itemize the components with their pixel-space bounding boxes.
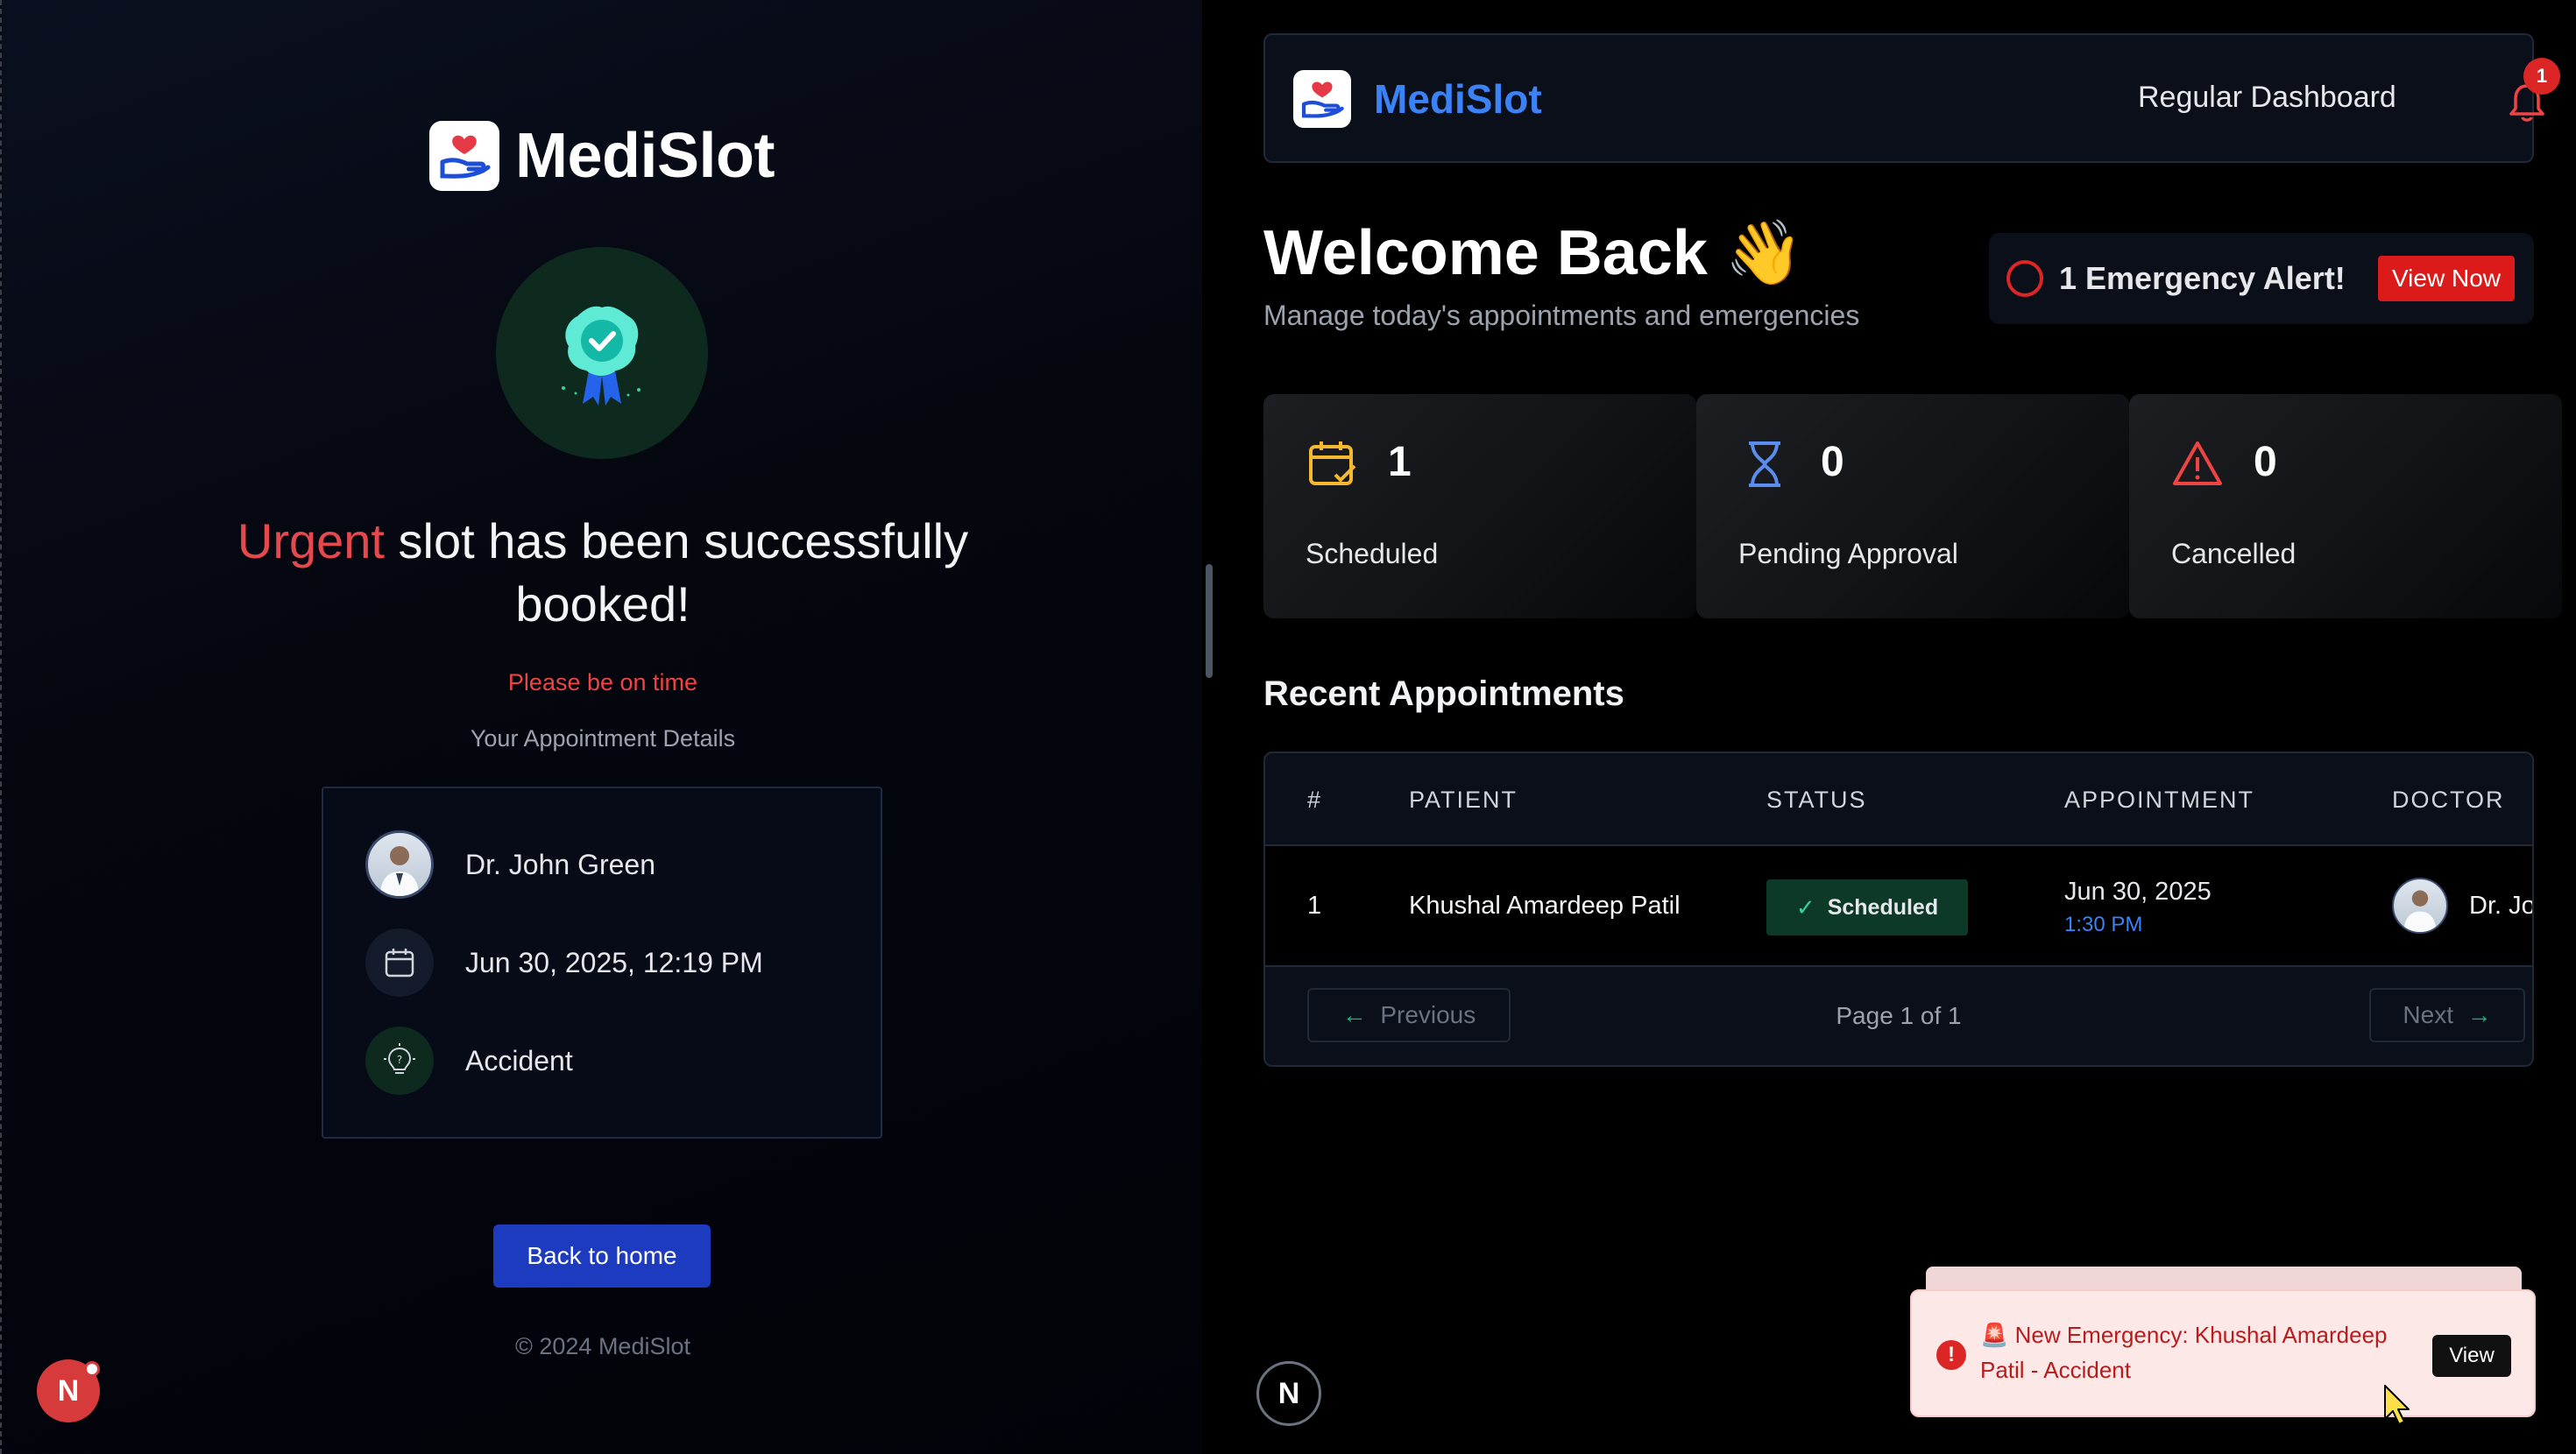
stat-label: Cancelled: [2171, 538, 2296, 569]
stat-value: 0: [1821, 439, 1844, 485]
booking-confirmation-pane: MediSlot Urgent slot has been successful…: [0, 0, 1202, 1454]
row-number: 1: [1307, 892, 1322, 920]
appointment-date: Jun 30, 2025: [2064, 878, 2212, 906]
doctor-name: Dr. John Green: [465, 848, 655, 880]
appointment-datetime: Jun 30, 2025, 12:19 PM: [465, 946, 763, 978]
arrow-right-icon: →: [2466, 1001, 2492, 1028]
medislot-logo-icon: [1293, 70, 1351, 128]
notification-count-badge: 1: [2523, 58, 2560, 95]
emergency-toast: ! 🚨 New Emergency: Khushal Amardeep Pati…: [1910, 1289, 2536, 1417]
details-label: Your Appointment Details: [470, 725, 736, 752]
status-text: Scheduled: [1827, 894, 1939, 920]
svg-text:?: ?: [397, 1054, 402, 1066]
lightbulb-question-icon: ?: [365, 1027, 434, 1095]
doctor-avatar: [365, 830, 434, 899]
recent-appointments-title: Recent Appointments: [1263, 674, 1624, 713]
appointment-reason: Accident: [465, 1044, 573, 1076]
stat-value: 1: [1388, 439, 1412, 485]
next-label: Next: [2403, 1001, 2453, 1028]
copyright: © 2024 MediSlot: [514, 1333, 690, 1359]
navbar-brand[interactable]: MediSlot: [1293, 70, 1542, 128]
patient-name: Khushal Amardeep Patil: [1409, 892, 1681, 920]
calendar-check-icon: [1306, 438, 1358, 491]
column-header: DOCTOR: [2392, 787, 2505, 813]
doctor-avatar: [2392, 878, 2448, 934]
table-row[interactable]: 1 Khushal Amardeep Patil ✓ Scheduled Jun…: [1265, 846, 2532, 967]
top-navbar: MediSlot Regular Dashboard 1: [1263, 33, 2560, 163]
emergency-alert-text: 1 Emergency Alert!: [2059, 260, 2346, 296]
welcome-subtitle: Manage today's appointments and emergenc…: [1263, 300, 1860, 331]
toast-view-button[interactable]: View: [2432, 1335, 2511, 1377]
success-badge-icon: [496, 247, 708, 459]
doctor-name: Dr. Jo: [2469, 892, 2534, 920]
error-icon: !: [1936, 1340, 1966, 1370]
hourglass-icon: [1738, 438, 1791, 491]
detail-datetime: Jun 30, 2025, 12:19 PM: [365, 928, 763, 997]
dev-tools-indicator: [84, 1361, 100, 1377]
on-time-notice: Please be on time: [507, 669, 698, 695]
dashboard-pane: MediSlot Regular Dashboard 1 Welcome Bac…: [1218, 0, 2576, 1454]
mouse-cursor-icon: [2384, 1385, 2410, 1425]
appointment-time: 1:30 PM: [2064, 913, 2143, 936]
check-icon: ✓: [1795, 893, 1815, 921]
stat-label: Scheduled: [1306, 538, 1439, 569]
brand-logo: MediSlot: [429, 120, 775, 192]
warning-icon: [2171, 438, 2224, 491]
success-title-text: slot has been successfully booked!: [384, 513, 969, 632]
back-to-home-button[interactable]: Back to home: [493, 1225, 711, 1288]
medislot-logo-icon: [429, 121, 499, 191]
pane-resize-handle[interactable]: [1206, 564, 1213, 678]
view-now-button[interactable]: View Now: [2378, 256, 2515, 301]
stat-label: Pending Approval: [1738, 538, 1958, 569]
welcome-title: Welcome Back 👋: [1263, 218, 1804, 288]
page-info: Page 1 of 1: [1836, 1002, 1962, 1029]
stat-card-pending: 0 Pending Approval: [1696, 394, 2129, 618]
calendar-icon: [365, 928, 434, 997]
column-header: APPOINTMENT: [2064, 787, 2255, 813]
detail-doctor: Dr. John Green: [365, 830, 655, 899]
stat-value: 0: [2254, 439, 2277, 485]
status-badge: ✓ Scheduled: [1766, 879, 1968, 935]
dev-tools-badge[interactable]: N: [1256, 1361, 1321, 1426]
detail-reason: ? Accident: [365, 1027, 573, 1095]
urgent-label: Urgent: [237, 513, 385, 568]
toast-message: 🚨 New Emergency: Khushal Amardeep Patil …: [1980, 1322, 2388, 1383]
navbar-brand-name: MediSlot: [1374, 76, 1542, 122]
table-header: # PATIENT STATUS APPOINTMENT DOCTOR: [1265, 753, 2532, 846]
stat-card-cancelled: 0 Cancelled: [2129, 394, 2562, 618]
appointments-table: # PATIENT STATUS APPOINTMENT DOCTOR 1 Kh…: [1263, 752, 2534, 1067]
brand-name: MediSlot: [515, 121, 775, 191]
appointment-details-card: Dr. John Green Jun 30, 2025, 12:19 PM ? …: [322, 787, 882, 1139]
column-header: PATIENT: [1409, 787, 1518, 813]
alert-ring-icon: [2006, 260, 2043, 297]
dashboard-mode-label[interactable]: Regular Dashboard: [2138, 81, 2396, 115]
next-page-button[interactable]: Next →: [2369, 988, 2525, 1042]
success-title: Urgent slot has been successfully booked…: [159, 510, 1046, 636]
column-header: STATUS: [1766, 787, 1867, 813]
stat-card-scheduled: 1 Scheduled: [1263, 394, 1696, 618]
column-header: #: [1307, 787, 1323, 813]
emergency-alert-banner: 1 Emergency Alert! View Now: [1989, 233, 2534, 324]
